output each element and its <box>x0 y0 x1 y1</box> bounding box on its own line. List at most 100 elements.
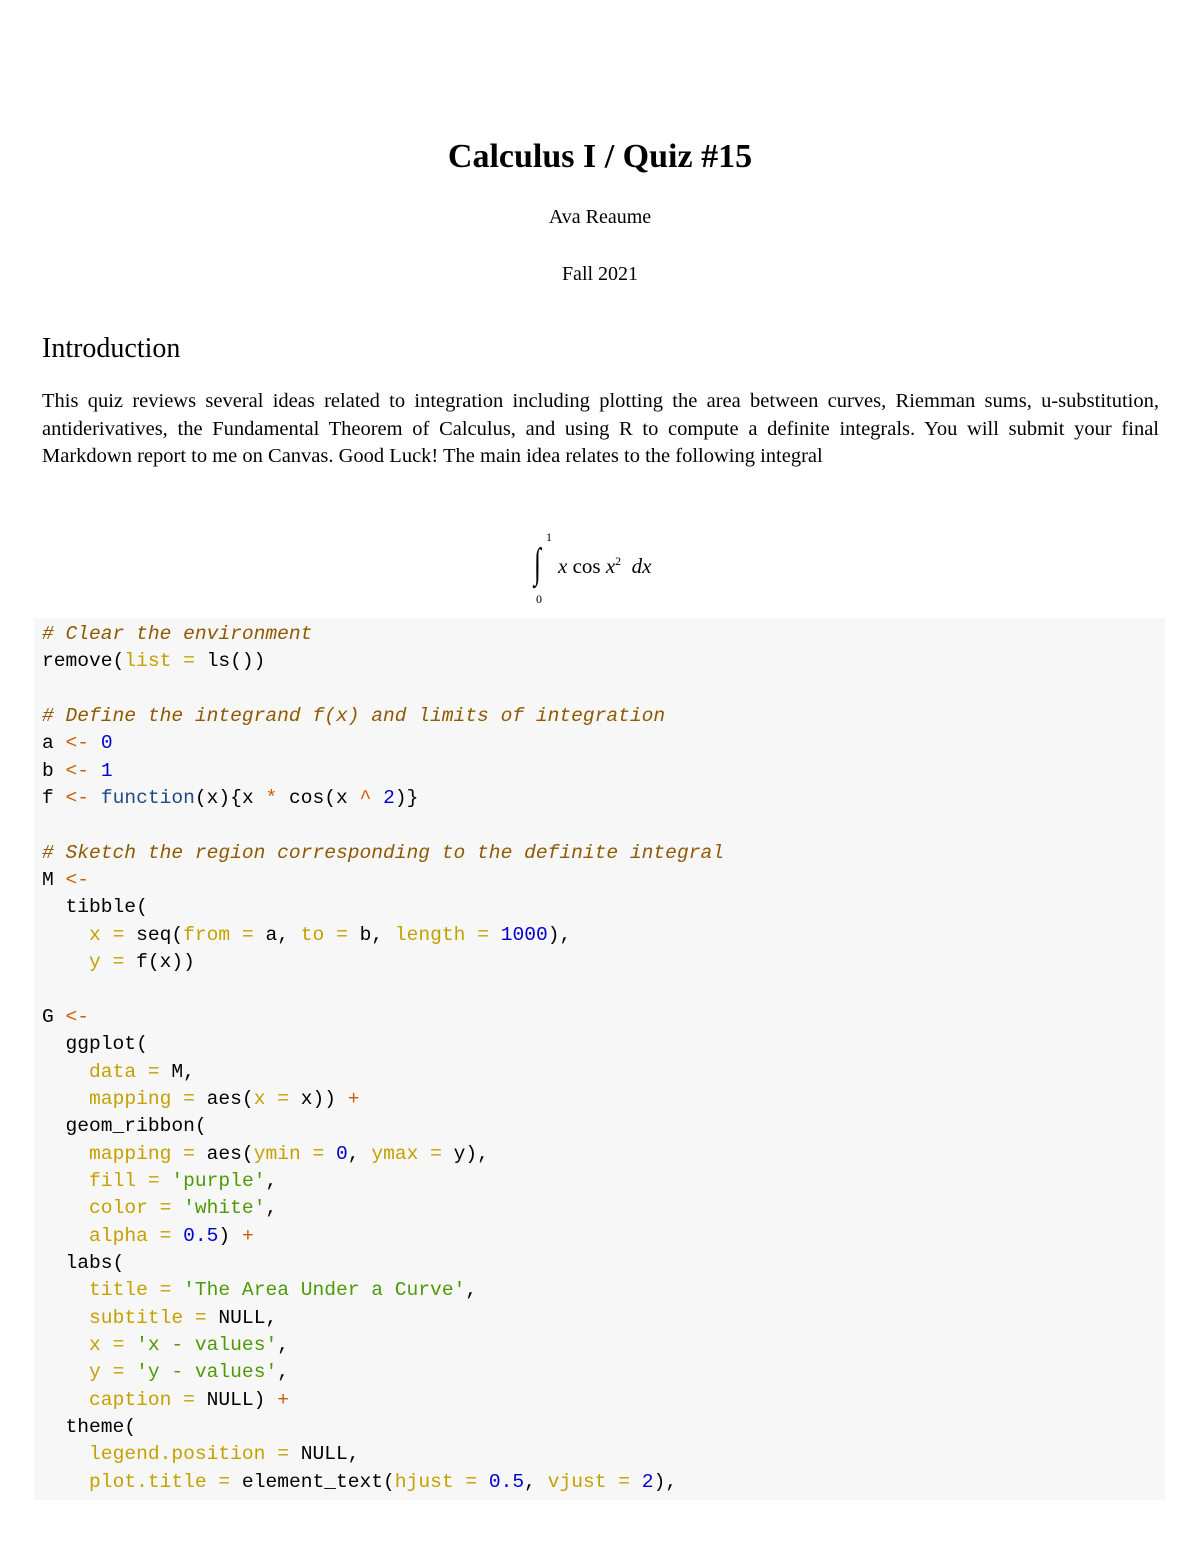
code-number: 0 <box>336 1142 348 1165</box>
code-text: , <box>265 1197 278 1220</box>
code-line: labs( <box>42 1250 1165 1277</box>
integral-sign-icon: ∫ <box>534 541 541 587</box>
code-string: 'x - values' <box>136 1333 278 1356</box>
code-text: cos(x <box>277 787 360 810</box>
code-line: y = 'y - values', <box>42 1359 1165 1386</box>
code-argument: = <box>465 1470 478 1493</box>
code-line: geom_ribbon( <box>42 1113 1165 1140</box>
document-author: Ava Reaume <box>548 206 652 228</box>
code-text: ls()) <box>194 650 266 673</box>
code-line: data = M, <box>42 1059 1165 1086</box>
document-title: Calculus I / Quiz #15 <box>447 137 753 175</box>
code-line: b <- 1 <box>42 758 1165 785</box>
code-text: theme( <box>42 1415 137 1438</box>
code-argument: mapping <box>89 1142 172 1165</box>
code-argument: = <box>112 1361 125 1384</box>
code-text: ggplot( <box>42 1033 148 1056</box>
code-string: 'purple' <box>171 1169 266 1192</box>
code-argument: = <box>183 650 195 673</box>
code-text: M <box>42 869 66 892</box>
code-argument: = <box>277 1443 289 1466</box>
definite-integral-equation: 1 ∫ 0 x cos x2 dx <box>530 530 690 610</box>
code-line: a <- 0 <box>42 730 1165 757</box>
code-line: # Sketch the region corresponding to the… <box>42 840 1165 867</box>
code-argument: x <box>253 1087 266 1110</box>
code-line: color = 'white', <box>42 1195 1165 1222</box>
code-line: theme( <box>42 1414 1165 1441</box>
code-number: 2 <box>641 1470 654 1493</box>
code-text: aes( <box>194 1087 254 1110</box>
code-argument: = <box>147 1060 160 1083</box>
code-text: , <box>277 1361 289 1384</box>
code-operator: * <box>265 787 278 810</box>
code-text: f <box>42 787 66 810</box>
code-operator: + <box>277 1388 289 1411</box>
code-argument: = <box>277 1087 289 1110</box>
code-text: , <box>277 1333 289 1356</box>
r-code-block: # Clear the environment remove(list = ls(… <box>34 618 1165 1500</box>
code-number: 2 <box>383 787 395 810</box>
code-content: # Clear the environment remove(list = ls(… <box>34 618 1165 1496</box>
code-operator: <- <box>65 869 90 892</box>
code-argument: plot.title <box>89 1470 207 1493</box>
code-argument: = <box>159 1224 172 1247</box>
code-comment: # Clear the environment <box>42 623 313 645</box>
code-number: 1 <box>100 759 113 782</box>
code-argument: = <box>241 923 254 946</box>
code-number: 0.5 <box>488 1470 525 1493</box>
code-argument: = <box>618 1470 631 1493</box>
intro-paragraph: This quiz reviews several ideas related … <box>42 390 1159 467</box>
code-argument: y <box>89 951 101 974</box>
code-argument: = <box>194 1306 207 1329</box>
code-argument: list <box>124 650 172 673</box>
code-argument: caption <box>89 1388 172 1411</box>
code-text: ) <box>218 1224 242 1247</box>
code-text: NULL, <box>206 1306 278 1329</box>
code-text: a <box>42 732 66 755</box>
code-argument: = <box>159 1197 172 1220</box>
integral-differential: dx <box>631 554 652 578</box>
code-argument: = <box>112 923 125 946</box>
code-text: (x){x <box>194 787 266 810</box>
code-argument: color <box>89 1197 148 1220</box>
code-text: geom_ribbon( <box>42 1115 207 1138</box>
code-text: seq( <box>124 923 184 946</box>
code-argument: = <box>112 1333 125 1356</box>
code-argument: = <box>312 1142 325 1165</box>
code-operator: + <box>347 1087 360 1110</box>
code-number: 0 <box>100 732 113 755</box>
code-text: , <box>265 1169 278 1192</box>
code-operator: <- <box>65 787 90 810</box>
code-line: y = f(x)) <box>42 949 1165 976</box>
